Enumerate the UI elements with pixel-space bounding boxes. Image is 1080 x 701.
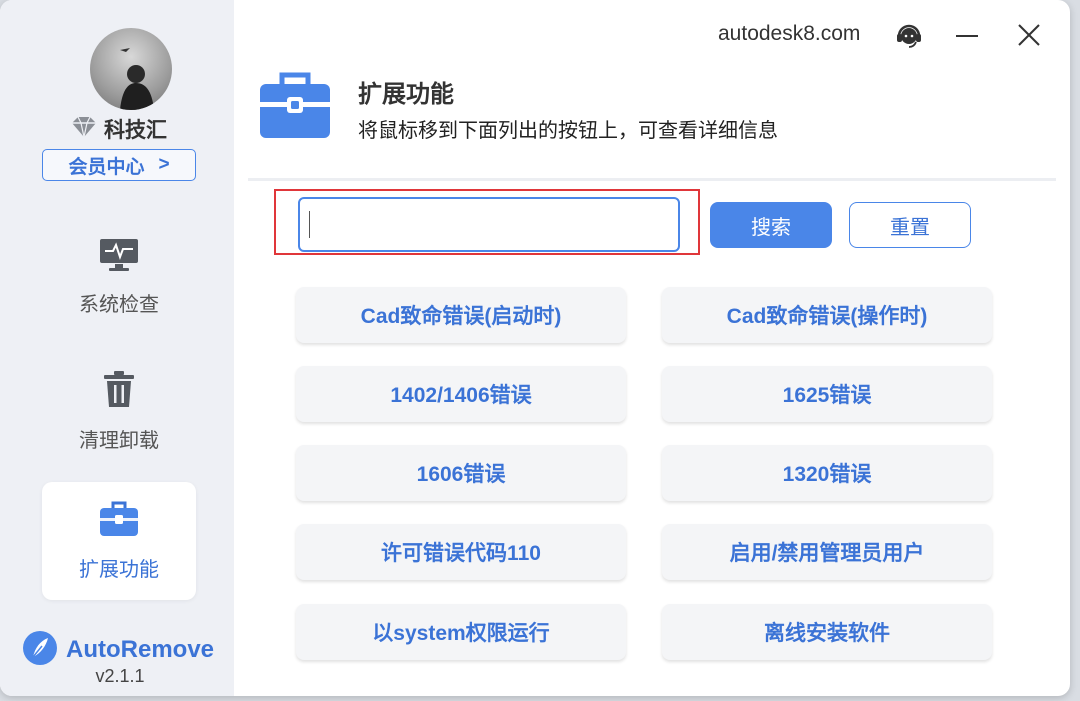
site-url[interactable]: autodesk8.com xyxy=(718,22,860,46)
toolbox-icon xyxy=(99,500,139,543)
headset-support-icon[interactable] xyxy=(894,20,924,50)
nav-item-system-check[interactable]: 系统检查 xyxy=(42,218,196,336)
page-subtitle: 将鼠标移到下面列出的按钮上，可查看详细信息 xyxy=(358,120,778,142)
sidebar: 科技汇 会员中心 > 系统检查 清理卸载 扩展功能 AutoRemove v2.… xyxy=(0,0,234,696)
nav-item-extensions[interactable]: 扩展功能 xyxy=(42,482,196,600)
fn-button-cad-fatal-startup[interactable]: Cad致命错误(启动时) xyxy=(296,287,626,343)
search-button[interactable]: 搜索 xyxy=(710,202,832,248)
app-name: AutoRemove xyxy=(66,636,215,663)
diamond-icon xyxy=(70,116,98,143)
fn-button-error-1606[interactable]: 1606错误 xyxy=(296,445,626,501)
minimize-icon[interactable] xyxy=(952,20,982,50)
brand-name: 科技汇 xyxy=(104,119,167,142)
fn-button-run-as-system[interactable]: 以system权限运行 xyxy=(296,604,626,660)
avatar[interactable] xyxy=(90,28,172,110)
app-logo-row: AutoRemove xyxy=(22,630,222,670)
fn-button-error-1320[interactable]: 1320错误 xyxy=(662,445,992,501)
nav-label-system-check: 系统检查 xyxy=(79,294,159,316)
trash-icon xyxy=(101,369,137,414)
fn-button-cad-fatal-operation[interactable]: Cad致命错误(操作时) xyxy=(662,287,992,343)
fn-button-offline-install[interactable]: 离线安装软件 xyxy=(662,604,992,660)
close-icon[interactable] xyxy=(1014,20,1044,50)
fn-button-error-1625[interactable]: 1625错误 xyxy=(662,366,992,422)
header-toolbox-icon xyxy=(258,70,332,145)
divider xyxy=(248,178,1056,181)
app-version: v2.1.1 xyxy=(95,666,145,686)
feather-logo-icon xyxy=(22,630,58,671)
member-center-arrow: > xyxy=(158,154,170,175)
page-title: 扩展功能 xyxy=(358,81,454,108)
brand-row: 科技汇 xyxy=(70,116,190,142)
nav-item-cleanup-uninstall[interactable]: 清理卸载 xyxy=(42,352,196,470)
reset-button[interactable]: 重置 xyxy=(849,202,971,248)
text-caret xyxy=(309,211,310,238)
nav-label-cleanup-uninstall: 清理卸载 xyxy=(79,430,159,452)
fn-button-license-error-110[interactable]: 许可错误代码110 xyxy=(296,524,626,580)
member-center-label: 会员中心 xyxy=(68,156,145,178)
fn-button-toggle-admin-user[interactable]: 启用/禁用管理员用户 xyxy=(662,524,992,580)
app-window: 科技汇 会员中心 > 系统检查 清理卸载 扩展功能 AutoRemove v2.… xyxy=(0,0,1070,696)
fn-button-error-1402-1406[interactable]: 1402/1406错误 xyxy=(296,366,626,422)
nav-label-extensions: 扩展功能 xyxy=(79,559,159,581)
search-input[interactable] xyxy=(298,197,680,252)
member-center-button[interactable]: 会员中心 > xyxy=(42,149,196,181)
monitor-pulse-icon xyxy=(98,237,140,278)
avatar-image xyxy=(120,48,154,110)
